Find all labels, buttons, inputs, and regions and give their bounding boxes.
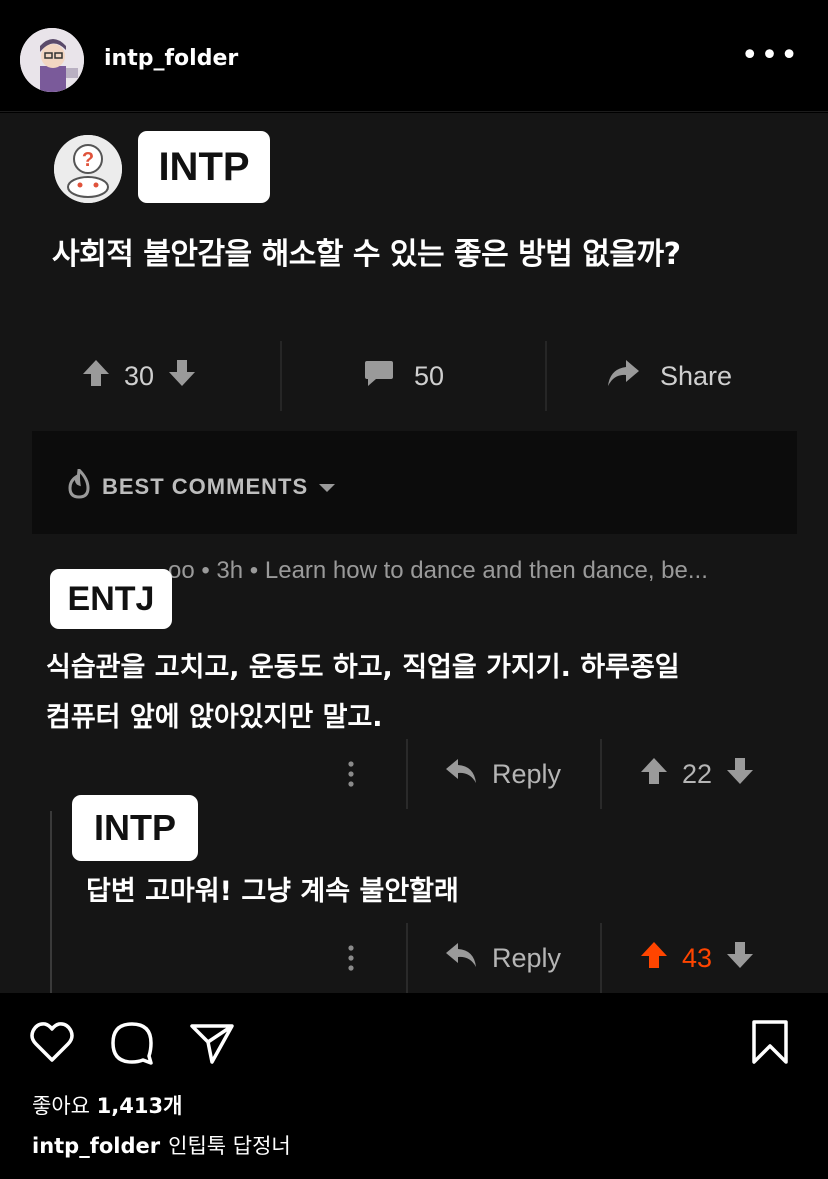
reply-author-badge: INTP: [72, 795, 198, 861]
comment-count: 50: [414, 360, 445, 391]
reply-arrow-icon: [444, 757, 478, 792]
reply-arrow-icon: [444, 941, 478, 976]
reply-body: 답변 고마워! 그냥 계속 불안할래: [86, 876, 459, 907]
more-options-icon[interactable]: •••: [741, 41, 800, 71]
likes-count[interactable]: 좋아요 1,413개: [32, 1090, 182, 1120]
divider: [600, 923, 602, 993]
comment-line: 컴퓨터 앞에 앉아있지만 말고.: [46, 702, 383, 733]
question-avatar: ?: [54, 135, 122, 203]
post-caption: intp_folder 인팁툭 답정너: [32, 1130, 291, 1160]
comment-score: 43: [682, 942, 713, 973]
comment-body: 식습관을 고치고, 운동도 하고, 직업을 가지기. 하루종일 컴퓨터 앞에 앉…: [46, 643, 806, 743]
post-score: 30: [124, 360, 155, 391]
bookmark-icon[interactable]: [746, 1018, 794, 1066]
svg-text:?: ?: [82, 149, 94, 171]
downvote-icon[interactable]: [168, 358, 196, 395]
post-header: intp_folder •••: [0, 0, 828, 112]
more-vertical-icon[interactable]: [346, 739, 356, 809]
comment-icon[interactable]: [108, 1018, 156, 1066]
post-actions: [0, 1010, 828, 1074]
reply-button[interactable]: Reply: [444, 923, 561, 993]
upvote-icon[interactable]: [640, 940, 668, 977]
reply-button[interactable]: Reply: [444, 739, 561, 809]
likes-label: 좋아요: [32, 1094, 90, 1118]
upvote-icon[interactable]: [82, 358, 110, 395]
comment-author-badge: ENTJ: [50, 569, 172, 629]
share-button[interactable]: Share: [606, 341, 732, 411]
comment-vote-group: 43: [640, 923, 754, 993]
profile-avatar[interactable]: [20, 28, 84, 92]
best-comments-label: BEST COMMENTS: [102, 474, 309, 499]
account-username[interactable]: intp_folder: [104, 46, 238, 71]
comment-line: 식습관을 고치고, 운동도 하고, 직업을 가지기. 하루종일: [46, 652, 680, 683]
reply-action-bar: Reply 43: [0, 923, 828, 993]
share-label: Share: [660, 360, 733, 391]
share-arrow-icon: [606, 358, 640, 395]
reply-label: Reply: [492, 942, 562, 973]
reply-label: Reply: [492, 758, 562, 789]
heart-icon[interactable]: [28, 1018, 76, 1066]
comment-score: 22: [682, 758, 713, 789]
post-vote-group: 30: [82, 341, 196, 411]
best-comments-sort[interactable]: BEST COMMENTS: [66, 466, 336, 505]
downvote-icon[interactable]: [726, 756, 754, 793]
divider: [406, 739, 408, 809]
divider: [600, 739, 602, 809]
question-author-badge: INTP: [138, 131, 270, 203]
caption-text: 인팁툭 답정너: [168, 1134, 291, 1158]
flame-icon: [66, 466, 92, 505]
likes-number: 1,413개: [96, 1094, 183, 1118]
question-title: 사회적 불안감을 해소할 수 있는 좋은 방법 없을까?: [52, 237, 681, 272]
send-icon[interactable]: [188, 1018, 236, 1066]
comment-vote-group: 22: [640, 739, 754, 809]
post-action-bar: 30 50 Share: [0, 341, 828, 411]
divider: [406, 923, 408, 993]
caption-username[interactable]: intp_folder: [32, 1134, 160, 1158]
divider: [545, 341, 547, 411]
more-vertical-icon[interactable]: [346, 923, 356, 993]
comment-bubble-icon: [364, 359, 394, 394]
divider: [280, 341, 282, 411]
upvote-icon[interactable]: [640, 756, 668, 793]
comments-button[interactable]: 50: [364, 341, 444, 411]
post-image: ? INTP 사회적 불안감을 해소할 수 있는 좋은 방법 없을까? 30 5…: [0, 113, 828, 993]
caret-down-icon: [318, 474, 336, 500]
comment-meta: oo • 3h • Learn how to dance and then da…: [168, 557, 708, 584]
downvote-icon[interactable]: [726, 940, 754, 977]
